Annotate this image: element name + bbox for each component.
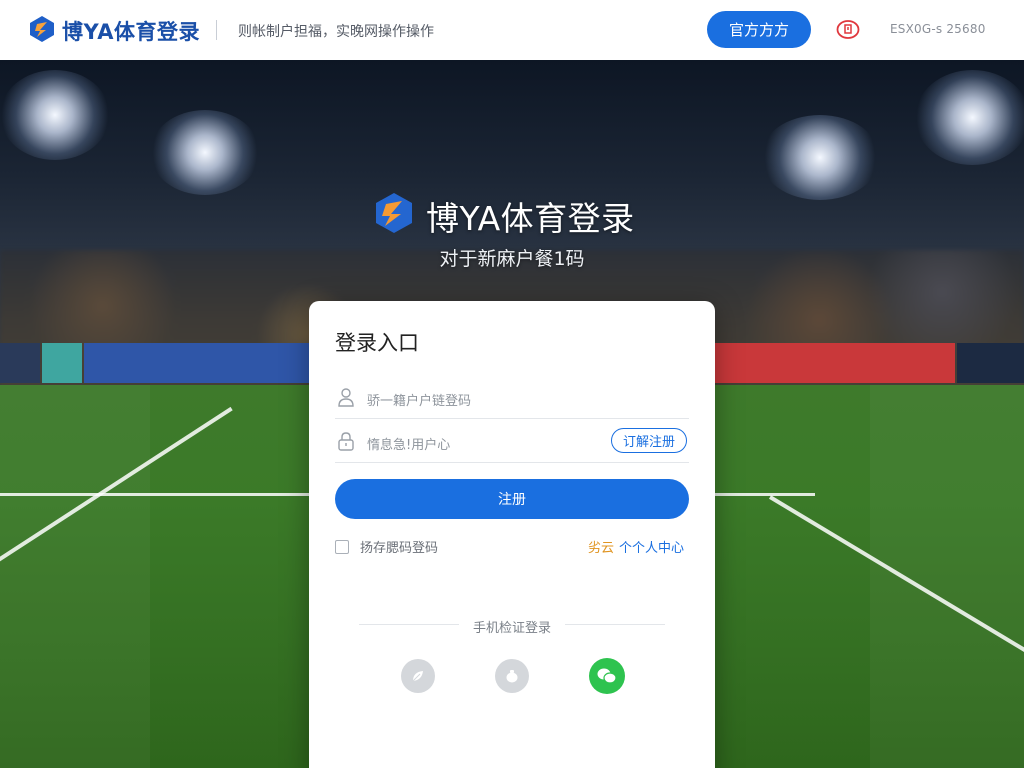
account-center-label[interactable]: 个个人中心 <box>619 541 684 556</box>
header-divider <box>216 20 217 40</box>
ad-board <box>84 343 309 383</box>
submit-button[interactable]: 注册 <box>335 479 689 519</box>
social-login-bag[interactable] <box>495 659 529 693</box>
ad-board <box>42 343 82 383</box>
ad-board <box>957 343 1024 383</box>
user-icon <box>338 388 354 407</box>
hero-title: 博YA体育登录 <box>426 199 635 238</box>
hero-logo-icon <box>376 193 412 233</box>
remember-checkbox[interactable] <box>335 539 349 554</box>
account-center-prefix[interactable]: 劣云 <box>588 541 614 556</box>
get-code-button[interactable]: 订解注册 <box>611 428 687 453</box>
remember-row: 扬存腮码登码 <box>335 537 438 556</box>
brand-name[interactable]: 博YA体育登录 <box>62 16 200 46</box>
account-center-link[interactable]: 劣云 个个人中心 <box>588 537 684 556</box>
pitch-stripe <box>0 385 150 768</box>
alert-icon[interactable] <box>836 19 860 40</box>
divider-line <box>565 624 665 625</box>
floodlight <box>915 70 1024 165</box>
account-field[interactable]: 骄一籍户户链登码 <box>335 375 689 419</box>
social-login-wechat[interactable] <box>589 658 625 694</box>
floodlight <box>150 110 260 195</box>
ad-board <box>715 343 955 383</box>
social-login-leaf[interactable] <box>401 659 435 693</box>
brand-logo-icon[interactable] <box>28 15 56 43</box>
floodlight <box>760 115 880 200</box>
top-header: 博YA体育登录 则帐制户担福，实晚网操作操作 官方方方 ESX0G-s 2568… <box>0 0 1024 60</box>
bag-icon <box>506 670 518 683</box>
code-input[interactable]: 惰息急!用户心 <box>367 434 450 453</box>
header-meta-text: ESX0G-s 25680 <box>890 22 986 36</box>
remember-label[interactable]: 扬存腮码登码 <box>360 537 438 556</box>
pitch-line <box>0 493 309 496</box>
account-input[interactable]: 骄一籍户户链登码 <box>367 390 471 409</box>
login-title: 登录入口 <box>335 331 419 355</box>
alt-login-label[interactable]: 手机检证登录 <box>359 617 665 636</box>
header-tagline: 则帐制户担福，实晚网操作操作 <box>238 24 434 40</box>
login-card: 登录入口 骄一籍户户链登码 惰息急!用户心 订解注册 注册 扬存腮码登码 劣云个… <box>309 301 715 768</box>
pitch-stripe <box>870 385 1024 768</box>
pitch-line <box>715 493 815 496</box>
official-site-button[interactable]: 官方方方 <box>707 11 811 48</box>
wechat-icon <box>597 668 617 684</box>
ad-board <box>0 343 40 383</box>
leaf-icon <box>412 671 423 682</box>
alt-login-divider: 手机检证登录 <box>359 617 665 636</box>
login-page: 博YA体育登录 则帐制户担福，实晚网操作操作 官方方方 ESX0G-s 2568… <box>0 0 1024 768</box>
floodlight <box>0 70 110 160</box>
lock-icon <box>338 432 354 451</box>
code-field[interactable]: 惰息急!用户心 订解注册 <box>335 419 689 463</box>
hero-subtitle: 对于新麻户餐1码 <box>439 248 585 270</box>
